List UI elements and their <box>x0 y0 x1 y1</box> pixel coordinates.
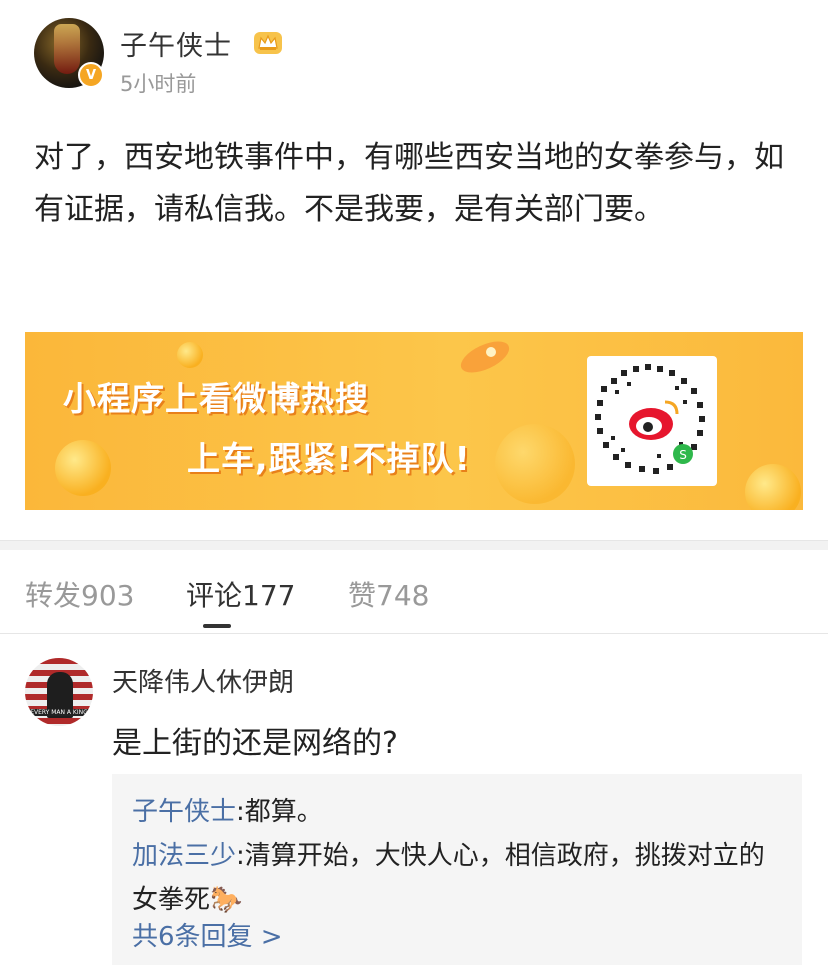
decor-ball <box>495 424 575 504</box>
tab-repost[interactable]: 转发903 <box>25 574 134 614</box>
crown-icon <box>254 32 282 54</box>
comment-text: 是上街的还是网络的? <box>112 726 398 761</box>
tab-likes[interactable]: 赞748 <box>348 574 429 614</box>
svg-text:S: S <box>679 448 687 462</box>
author-name[interactable]: 子午侠士 <box>120 24 232 63</box>
reply-item: 加法三少:清算开始，大快人心，相信政府，挑拨对立的女拳死🐎 <box>132 834 782 922</box>
reply-box[interactable]: 子午侠士:都算。 加法三少:清算开始，大快人心，相信政府，挑拨对立的女拳死🐎 共… <box>112 774 802 965</box>
avatar-caption: EVERY MAN A KING <box>25 709 93 716</box>
commenter-avatar[interactable]: EVERY MAN A KING <box>25 658 93 726</box>
verified-badge-icon: V <box>78 62 104 88</box>
decor-ball <box>177 342 203 368</box>
banner-subtitle: 上车,跟紧!不掉队! <box>187 439 471 478</box>
decor-ball <box>55 440 111 496</box>
mini-program-banner[interactable]: 小程序上看微博热搜 上车,跟紧!不掉队! S <box>25 332 803 510</box>
post-time: 5小时前 <box>120 72 197 96</box>
decor-ball <box>745 464 801 510</box>
reply-separator: : <box>236 841 245 871</box>
more-replies-link[interactable]: 共6条回复 > <box>132 916 283 953</box>
section-divider <box>0 540 828 550</box>
reply-user[interactable]: 加法三少 <box>132 841 236 871</box>
reply-text: 都算。 <box>244 797 323 827</box>
post-header: V 子午侠士 5小时前 <box>34 18 794 98</box>
tab-comments[interactable]: 评论177 <box>186 574 295 614</box>
qr-code-icon: S <box>595 364 705 474</box>
post-text: 对了，西安地铁事件中，有哪些西安当地的女拳参与，如有证据，请私信我。不是我要，是… <box>34 140 784 227</box>
reply-separator: : <box>236 797 245 827</box>
active-tab-indicator <box>203 624 231 628</box>
reply-user[interactable]: 子午侠士 <box>132 797 236 827</box>
interaction-tabs: 转发903 评论177 赞748 <box>0 560 828 634</box>
avatar-figure <box>54 24 80 74</box>
qr-code: S <box>587 356 717 486</box>
reply-item: 子午侠士:都算。 <box>132 790 782 834</box>
rocket-icon <box>460 341 510 373</box>
banner-title: 小程序上看微博热搜 <box>63 379 369 418</box>
commenter-name[interactable]: 天降伟人休伊朗 <box>112 662 294 699</box>
